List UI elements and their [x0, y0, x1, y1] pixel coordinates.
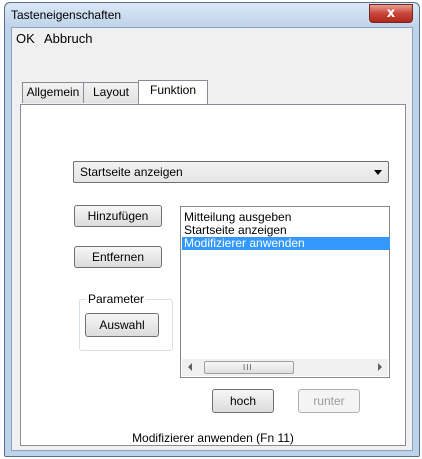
remove-button[interactable]: Entfernen: [74, 246, 162, 268]
parameter-groupbox: Parameter Auswahl: [79, 292, 173, 351]
dialog-client-area: OK Abbruch Allgemein Layout Funktion Sta…: [11, 27, 413, 451]
window-title: Tasteneigenschaften: [11, 8, 122, 22]
up-button[interactable]: hoch: [212, 389, 274, 413]
close-button[interactable]: x: [369, 4, 413, 23]
down-button[interactable]: runter: [298, 389, 360, 413]
dropdown-arrow-icon[interactable]: [374, 170, 382, 175]
title-bar[interactable]: Tasteneigenschaften x: [5, 3, 419, 27]
selected-function-label: Modifizierer anwenden (Fn 11): [132, 431, 294, 445]
function-combobox[interactable]: Startseite anzeigen: [73, 161, 389, 183]
tab-allgemein[interactable]: Allgemein: [22, 82, 84, 103]
menu-abbruch[interactable]: Abbruch: [44, 31, 92, 46]
horizontal-scrollbar[interactable]: III: [182, 359, 388, 376]
function-listbox[interactable]: Mitteilung ausgeben Startseite anzeigen …: [180, 206, 390, 378]
scroll-grip-icon: III: [243, 363, 253, 372]
tab-layout[interactable]: Layout: [83, 82, 139, 103]
close-icon: x: [386, 6, 396, 21]
scroll-right-icon[interactable]: [378, 363, 382, 371]
dialog-window: Tasteneigenschaften x OK Abbruch Allgeme…: [4, 2, 420, 457]
tab-funktion[interactable]: Funktion: [138, 80, 208, 104]
combobox-value: Startseite anzeigen: [80, 165, 183, 179]
menu-bar: OK Abbruch: [12, 28, 412, 50]
menu-ok[interactable]: OK: [16, 31, 35, 46]
parameter-group-label: Parameter: [86, 292, 147, 306]
list-item-modifizierer[interactable]: Modifizierer anwenden: [182, 237, 390, 250]
select-button[interactable]: Auswahl: [85, 313, 159, 337]
funktion-tab-panel: Startseite anzeigen Hinzufügen Entfernen…: [20, 104, 406, 446]
scroll-left-icon[interactable]: [188, 363, 192, 371]
add-button[interactable]: Hinzufügen: [74, 205, 162, 227]
scroll-thumb[interactable]: III: [204, 361, 294, 374]
